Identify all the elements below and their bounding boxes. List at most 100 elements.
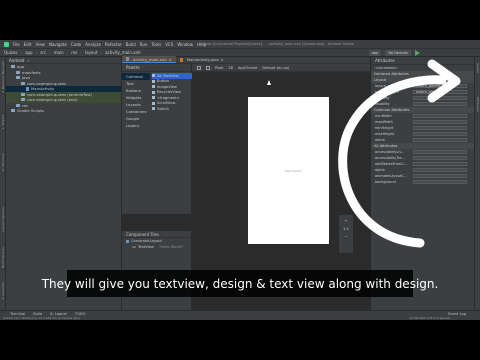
- menu-vcs[interactable]: VCS: [165, 42, 173, 47]
- status-message: Gradle sync finished in 14 s 400 ms (a m…: [3, 316, 80, 320]
- folder-icon: [11, 65, 15, 69]
- tool-tab-project[interactable]: 1: Project: [1, 115, 5, 129]
- tool-todo[interactable]: TODO: [75, 312, 86, 316]
- attribute-value-field[interactable]: [413, 155, 467, 161]
- palette-category[interactable]: Containers: [122, 108, 150, 115]
- close-icon[interactable]: ×: [169, 57, 172, 62]
- project-tree-label: MainActivity: [31, 86, 55, 92]
- project-view-select[interactable]: Android: [9, 58, 24, 63]
- project-tree-row[interactable]: Gradle Scripts: [6, 108, 121, 114]
- menu-file[interactable]: File: [13, 42, 20, 47]
- device-select[interactable]: No Devices: [385, 50, 411, 56]
- palette-category[interactable]: Legacy: [122, 122, 150, 129]
- run-icon[interactable]: [415, 50, 420, 56]
- widget-icon: [152, 107, 155, 111]
- tab-main-activity[interactable]: MainActivity.java ×: [176, 56, 228, 63]
- tab-activity-main[interactable]: activity_main.xml ×: [122, 56, 176, 63]
- attribute-value-field[interactable]: match_parent: [413, 83, 467, 89]
- palette-item-label: Ab TextView: [157, 73, 179, 78]
- palette-item[interactable]: Switch: [152, 106, 192, 112]
- menu-edit[interactable]: Edit: [24, 42, 32, 47]
- tool-logcat[interactable]: 6: Logcat: [50, 312, 67, 316]
- attribute-value-field[interactable]: [413, 119, 467, 125]
- menu-navigate[interactable]: Navigate: [49, 42, 67, 47]
- theme-select[interactable]: AppTheme: [238, 66, 257, 70]
- zoom-level[interactable]: 1:1: [343, 226, 349, 231]
- palette-item-label: Button: [157, 79, 170, 84]
- run-toolbar: app No Devices: [368, 50, 420, 56]
- menu-refactor[interactable]: Refactor: [105, 42, 122, 47]
- attribute-value-field[interactable]: [413, 179, 467, 185]
- tool-tab-build-variants[interactable]: Build Variants: [1, 247, 5, 268]
- attribute-name: minWidth: [375, 114, 392, 118]
- zoom-in-button[interactable]: +: [344, 218, 347, 223]
- breadcrumb-layout[interactable]: layout: [85, 50, 97, 55]
- orientation-icon[interactable]: [206, 65, 210, 70]
- attribute-value-field[interactable]: [413, 101, 467, 107]
- attribute-value-field[interactable]: [413, 173, 467, 179]
- attribute-value-field[interactable]: [413, 95, 467, 101]
- locale-select[interactable]: Default (en-us): [262, 66, 289, 70]
- widget-icon: [152, 74, 155, 78]
- breadcrumb-file[interactable]: activity_main.xml: [105, 50, 140, 55]
- breadcrumb-project[interactable]: Quizes: [4, 50, 17, 55]
- breadcrumb-src[interactable]: src: [40, 50, 46, 55]
- design-surface-icon[interactable]: [197, 65, 201, 70]
- attribute-name: layout_height: [375, 90, 399, 94]
- menu-analyze[interactable]: Analyze: [85, 42, 101, 47]
- tool-tab-resource-manager[interactable]: 2: Resource Manager: [1, 61, 5, 93]
- palette-item-label: ScrollView: [157, 101, 176, 106]
- attribute-name: maxHeight: [375, 132, 395, 136]
- breadcrumb-app[interactable]: app: [25, 50, 33, 55]
- tool-tab-favorites[interactable]: 2: Favorites: [1, 282, 5, 299]
- attribute-value-field[interactable]: [413, 131, 467, 137]
- chevron-down-icon[interactable]: ▾: [27, 58, 29, 63]
- attribute-value-field[interactable]: [413, 113, 467, 119]
- attribute-name: maxWidth: [375, 120, 393, 124]
- attribute-name: background: [375, 180, 396, 184]
- tool-terminal[interactable]: Terminal: [10, 312, 25, 316]
- palette-categories: Common Text Buttons Widgets Layouts Container…: [122, 73, 150, 129]
- attribute-value-field[interactable]: [413, 167, 467, 173]
- tool-build[interactable]: Build: [33, 312, 42, 316]
- palette-category[interactable]: Widgets: [122, 94, 150, 101]
- hello-world-text[interactable]: "Hello World!": [284, 170, 302, 173]
- attribute-value-field[interactable]: [413, 125, 467, 131]
- zoom-out-button[interactable]: −: [344, 234, 347, 239]
- close-icon[interactable]: ×: [221, 57, 224, 62]
- palette-category[interactable]: Buttons: [122, 87, 150, 94]
- palette-items: Ab TextView Button ImageView RecyclerView <f…: [152, 73, 192, 112]
- tool-tab-attributes[interactable]: Attributes: [476, 97, 480, 112]
- menu-code[interactable]: Code: [71, 42, 81, 47]
- attribute-value-field[interactable]: match_parent: [413, 89, 467, 95]
- folder-icon: [21, 92, 25, 96]
- tree-root-label: ConstraintLayout: [131, 239, 162, 243]
- project-tree-label: java: [22, 75, 30, 81]
- project-tree-label: app: [17, 64, 25, 70]
- palette-category[interactable]: Common: [122, 73, 150, 80]
- breadcrumb-main[interactable]: main: [54, 50, 64, 55]
- tree-child-label: TextView: [137, 245, 154, 249]
- palette-category[interactable]: Layouts: [122, 101, 150, 108]
- menu-window[interactable]: Window: [177, 42, 193, 47]
- api-level-select[interactable]: 28: [228, 66, 233, 70]
- attribute-value-field[interactable]: [413, 161, 467, 167]
- mouse-cursor-icon: [267, 80, 271, 85]
- attribute-value-field[interactable]: [413, 137, 467, 143]
- attribute-value-field[interactable]: [413, 149, 467, 155]
- phone-preview[interactable]: "Hello World!": [248, 97, 329, 244]
- menu-run[interactable]: Run: [140, 42, 148, 47]
- menu-build[interactable]: Build: [126, 42, 136, 47]
- menu-tools[interactable]: Tools: [151, 42, 161, 47]
- run-config-select[interactable]: app: [368, 50, 382, 56]
- palette-category[interactable]: Text: [122, 80, 150, 87]
- tool-tab-gradle[interactable]: Gradle: [476, 63, 480, 73]
- menu-view[interactable]: View: [35, 42, 45, 47]
- tree-child-row[interactable]: Ab TextView "Hello World!": [122, 244, 191, 250]
- widget-icon: [152, 85, 155, 89]
- tool-tab-structure[interactable]: Z: Structure: [1, 153, 5, 171]
- breadcrumb-res[interactable]: res: [71, 50, 77, 55]
- tool-tab-layout-captures[interactable]: Layout Captures: [1, 207, 5, 232]
- device-select[interactable]: Pixel: [215, 66, 223, 70]
- palette-category[interactable]: Google: [122, 115, 150, 122]
